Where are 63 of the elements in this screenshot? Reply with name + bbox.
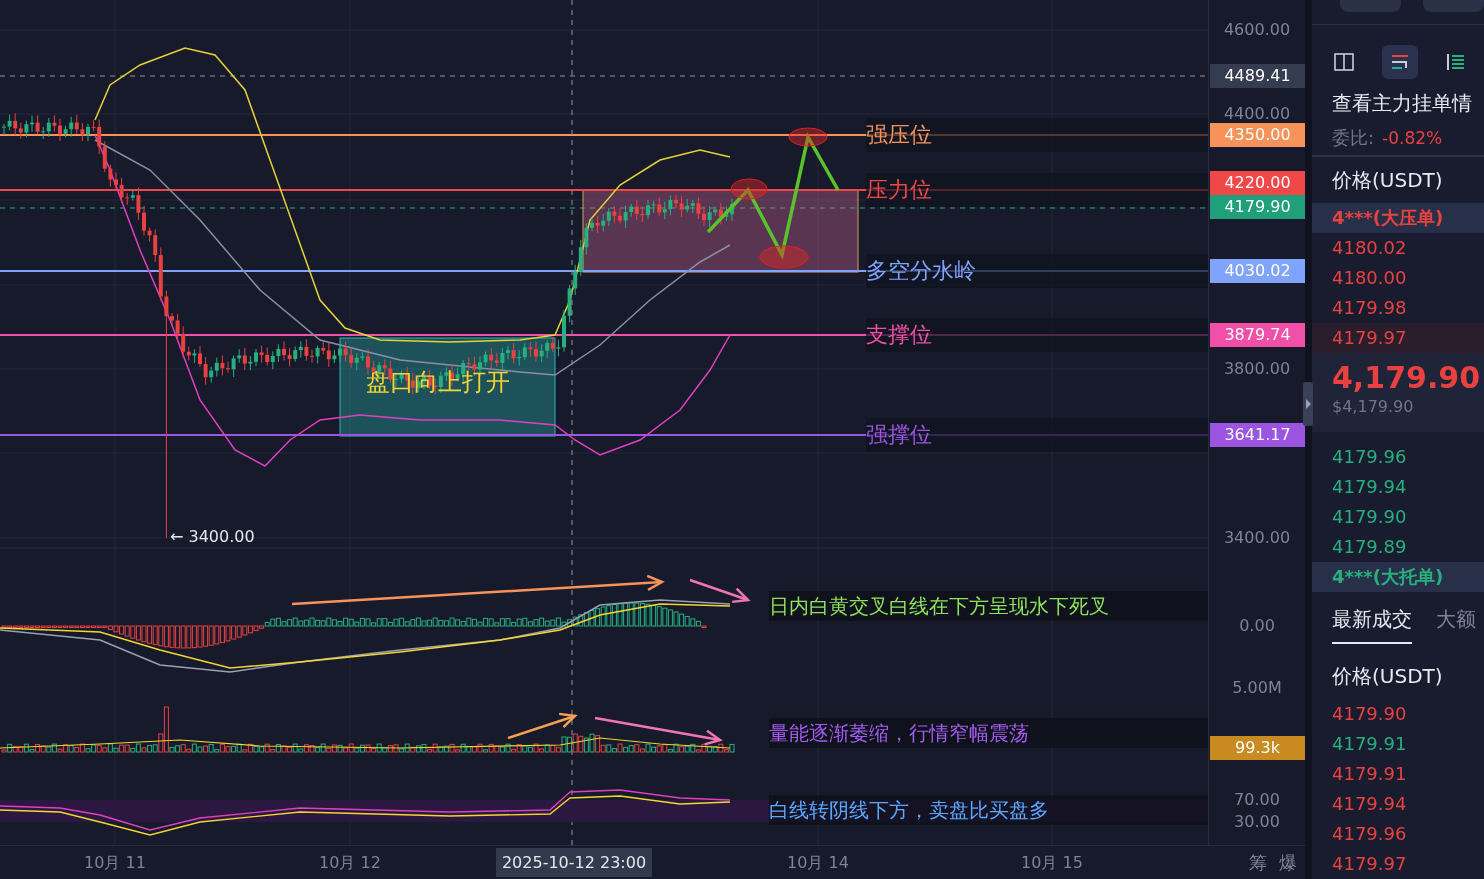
low-price-label: ← 3400.00 — [170, 527, 255, 546]
price-tick: 4400.00 — [1222, 104, 1292, 124]
ask-row[interactable]: 4***(大压单) — [1312, 202, 1484, 233]
indicator-tick: 70.00 — [1233, 790, 1281, 810]
level-price-tag: 3879.74 — [1210, 323, 1305, 347]
ask-row[interactable]: 4180.00 — [1312, 262, 1484, 293]
time-tick: 10月 15 — [1020, 853, 1084, 874]
trade-row-text: 4179.96 — [1331, 822, 1408, 846]
level-label: 压力位 — [866, 173, 1208, 207]
crosshair-time-tag: 2025-10-12 23:00 — [496, 848, 652, 877]
price-tick: 3800.00 — [1222, 359, 1292, 379]
axis-toggle-button[interactable]: 爆 — [1276, 850, 1300, 876]
indicator-note: 日内白黄交叉白线在下方呈现水下死叉 — [769, 591, 1208, 621]
ask-row[interactable]: 4180.02 — [1312, 232, 1484, 263]
level-price-tag: 4220.00 — [1210, 171, 1305, 195]
trades-tab[interactable]: 大额 — [1436, 605, 1476, 644]
trade-row-text: 4179.91 — [1331, 732, 1408, 756]
last-price: 4,179.90 — [1332, 358, 1482, 397]
trade-row-text: 4179.91 — [1331, 762, 1408, 786]
last-price-usd: $4,179.90 — [1332, 396, 1415, 416]
target-ellipse — [759, 245, 809, 269]
indicator-tick: 5.00M — [1231, 678, 1283, 698]
time-tick: 10月 14 — [786, 853, 850, 874]
ask-row[interactable]: 4179.97 — [1312, 322, 1484, 353]
bid-row[interactable]: 4179.96 — [1312, 441, 1484, 472]
bid-row[interactable]: 4179.94 — [1312, 471, 1484, 502]
level-price-tag: 4350.00 — [1210, 123, 1305, 147]
bid-row[interactable]: 4179.89 — [1312, 531, 1484, 562]
crosshair-price-tag: 4489.41 — [1210, 64, 1305, 88]
time-tick: 10月 12 — [318, 853, 382, 874]
level-label: 支撑位 — [866, 318, 1208, 352]
panel-title: 查看主力挂单情 — [1331, 90, 1473, 118]
level-label: 多空分水岭 — [866, 254, 1208, 288]
indicator-note: 白线转阴线下方，卖盘比买盘多 — [769, 795, 1208, 825]
indicator-tick: 30.00 — [1233, 812, 1281, 832]
last-price-tag: 4179.90 — [1210, 195, 1305, 219]
trade-row-text: 4179.90 — [1331, 702, 1408, 726]
indicator-note: 量能逐渐萎缩，行情窄幅震荡 — [769, 718, 1208, 748]
level-label: 强压位 — [866, 118, 1208, 152]
target-ellipse — [730, 178, 768, 200]
ratio-label: 委比: — [1332, 126, 1375, 151]
bid-row[interactable]: 4179.90 — [1312, 501, 1484, 532]
arrow-drawing — [507, 712, 578, 740]
collapse-handle[interactable] — [1303, 382, 1313, 426]
column-header: 价格(USDT) — [1331, 663, 1444, 690]
order-book-icon[interactable] — [1382, 45, 1418, 80]
trades-tab[interactable]: 最新成交 — [1332, 605, 1412, 644]
volume-tag: 99.3k — [1210, 736, 1305, 760]
level-price-tag: 4030.02 — [1210, 259, 1305, 283]
column-header: 价格(USDT) — [1331, 166, 1444, 194]
time-tick: 10月 11 — [83, 853, 147, 874]
ask-row[interactable]: 4179.98 — [1312, 292, 1484, 323]
price-tick: 3400.00 — [1222, 528, 1292, 548]
price-tick: 4600.00 — [1222, 20, 1292, 40]
level-label: 强撑位 — [866, 418, 1208, 452]
axis-toggle-button[interactable]: 筹 — [1246, 850, 1270, 876]
ratio-value: -0.82% — [1382, 128, 1443, 149]
arrow-drawing — [689, 578, 751, 604]
level-price-tag: 3641.17 — [1210, 423, 1305, 447]
trade-row-text: 4179.97 — [1331, 852, 1408, 876]
indicator-tick: 0.00 — [1238, 616, 1276, 636]
trade-row-text: 4179.94 — [1331, 792, 1408, 816]
target-ellipse — [788, 127, 828, 147]
